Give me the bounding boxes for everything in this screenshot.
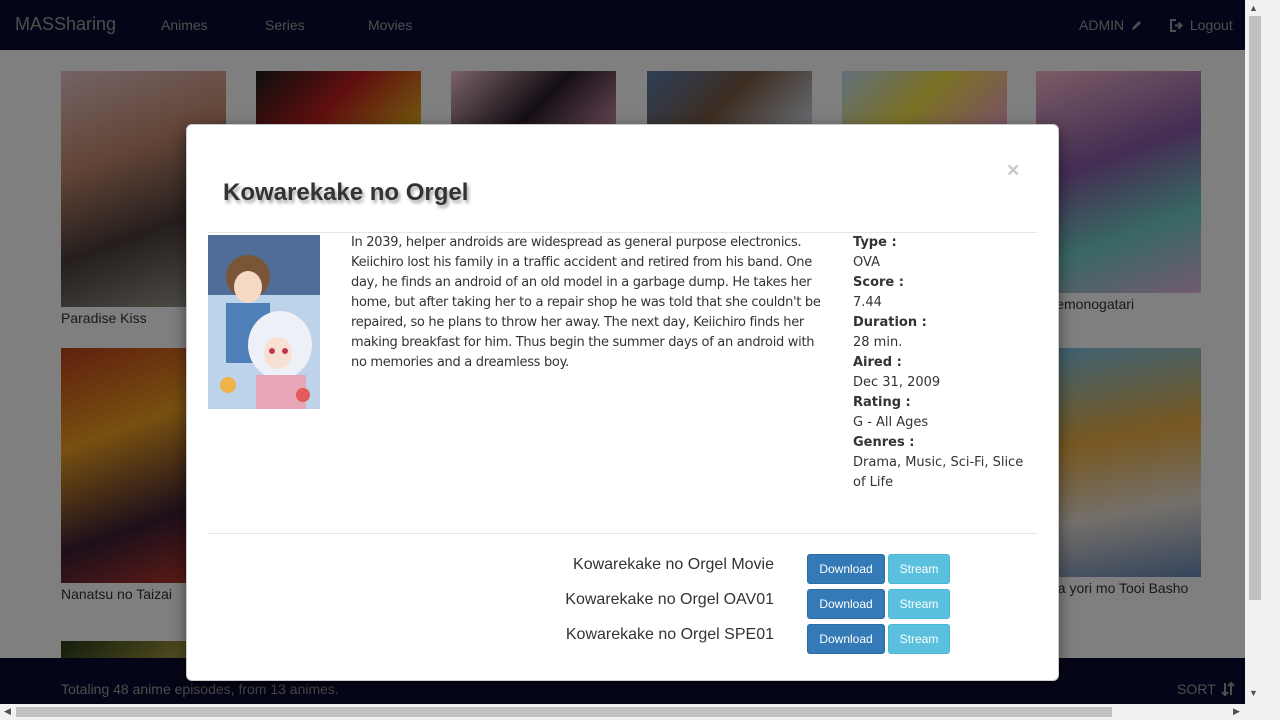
aired-value: Dec 31, 2009 — [853, 375, 941, 390]
info-panel: Type : OVA Score : 7.44 Duration : 28 mi… — [853, 233, 1033, 493]
episode-name: Kowarekake no Orgel OAV01 — [565, 591, 774, 608]
scroll-up-icon[interactable]: ▲ — [1249, 3, 1258, 13]
vertical-scrollbar[interactable]: ▲ ▼ — [1245, 0, 1280, 720]
duration-value: 28 min. — [853, 335, 903, 350]
episode-name: Kowarekake no Orgel SPE01 — [565, 626, 774, 643]
horizontal-scrollbar[interactable]: ◀ ▶ — [0, 704, 1245, 720]
genres-value: Drama, Music, Sci-Fi, Slice of Life — [853, 455, 1024, 490]
stream-button[interactable]: Stream — [888, 589, 950, 619]
rating-label: Rating : — [853, 395, 911, 410]
download-button[interactable]: Download — [807, 589, 885, 619]
download-button[interactable]: Download — [807, 554, 885, 584]
anime-detail-modal: × Kowarekake no Orgel In 2039, helper an… — [186, 124, 1059, 681]
modal-title: Kowarekake no Orgel — [223, 179, 469, 206]
stream-button[interactable]: Stream — [888, 624, 950, 654]
stream-button[interactable]: Stream — [888, 554, 950, 584]
close-icon[interactable]: × — [1007, 159, 1019, 183]
scroll-right-icon[interactable]: ▶ — [1233, 706, 1240, 717]
episode-name: Kowarekake no Orgel Movie — [573, 556, 774, 573]
scroll-down-icon[interactable]: ▼ — [1249, 688, 1258, 698]
score-value: 7.44 — [853, 295, 882, 310]
divider — [208, 533, 1037, 534]
type-label: Type : — [853, 235, 897, 250]
download-button[interactable]: Download — [807, 624, 885, 654]
scroll-left-icon[interactable]: ◀ — [4, 706, 11, 717]
type-value: OVA — [853, 255, 880, 270]
duration-label: Duration : — [853, 315, 927, 330]
scrollbar-thumb[interactable] — [16, 707, 1112, 717]
rating-value: G - All Ages — [853, 415, 929, 430]
aired-label: Aired : — [853, 355, 902, 370]
genres-label: Genres : — [853, 435, 915, 450]
synopsis-text: In 2039, helper androids are widespread … — [351, 235, 821, 370]
score-label: Score : — [853, 275, 904, 290]
cover-image — [208, 235, 320, 409]
scrollbar-thumb[interactable] — [1249, 16, 1261, 600]
